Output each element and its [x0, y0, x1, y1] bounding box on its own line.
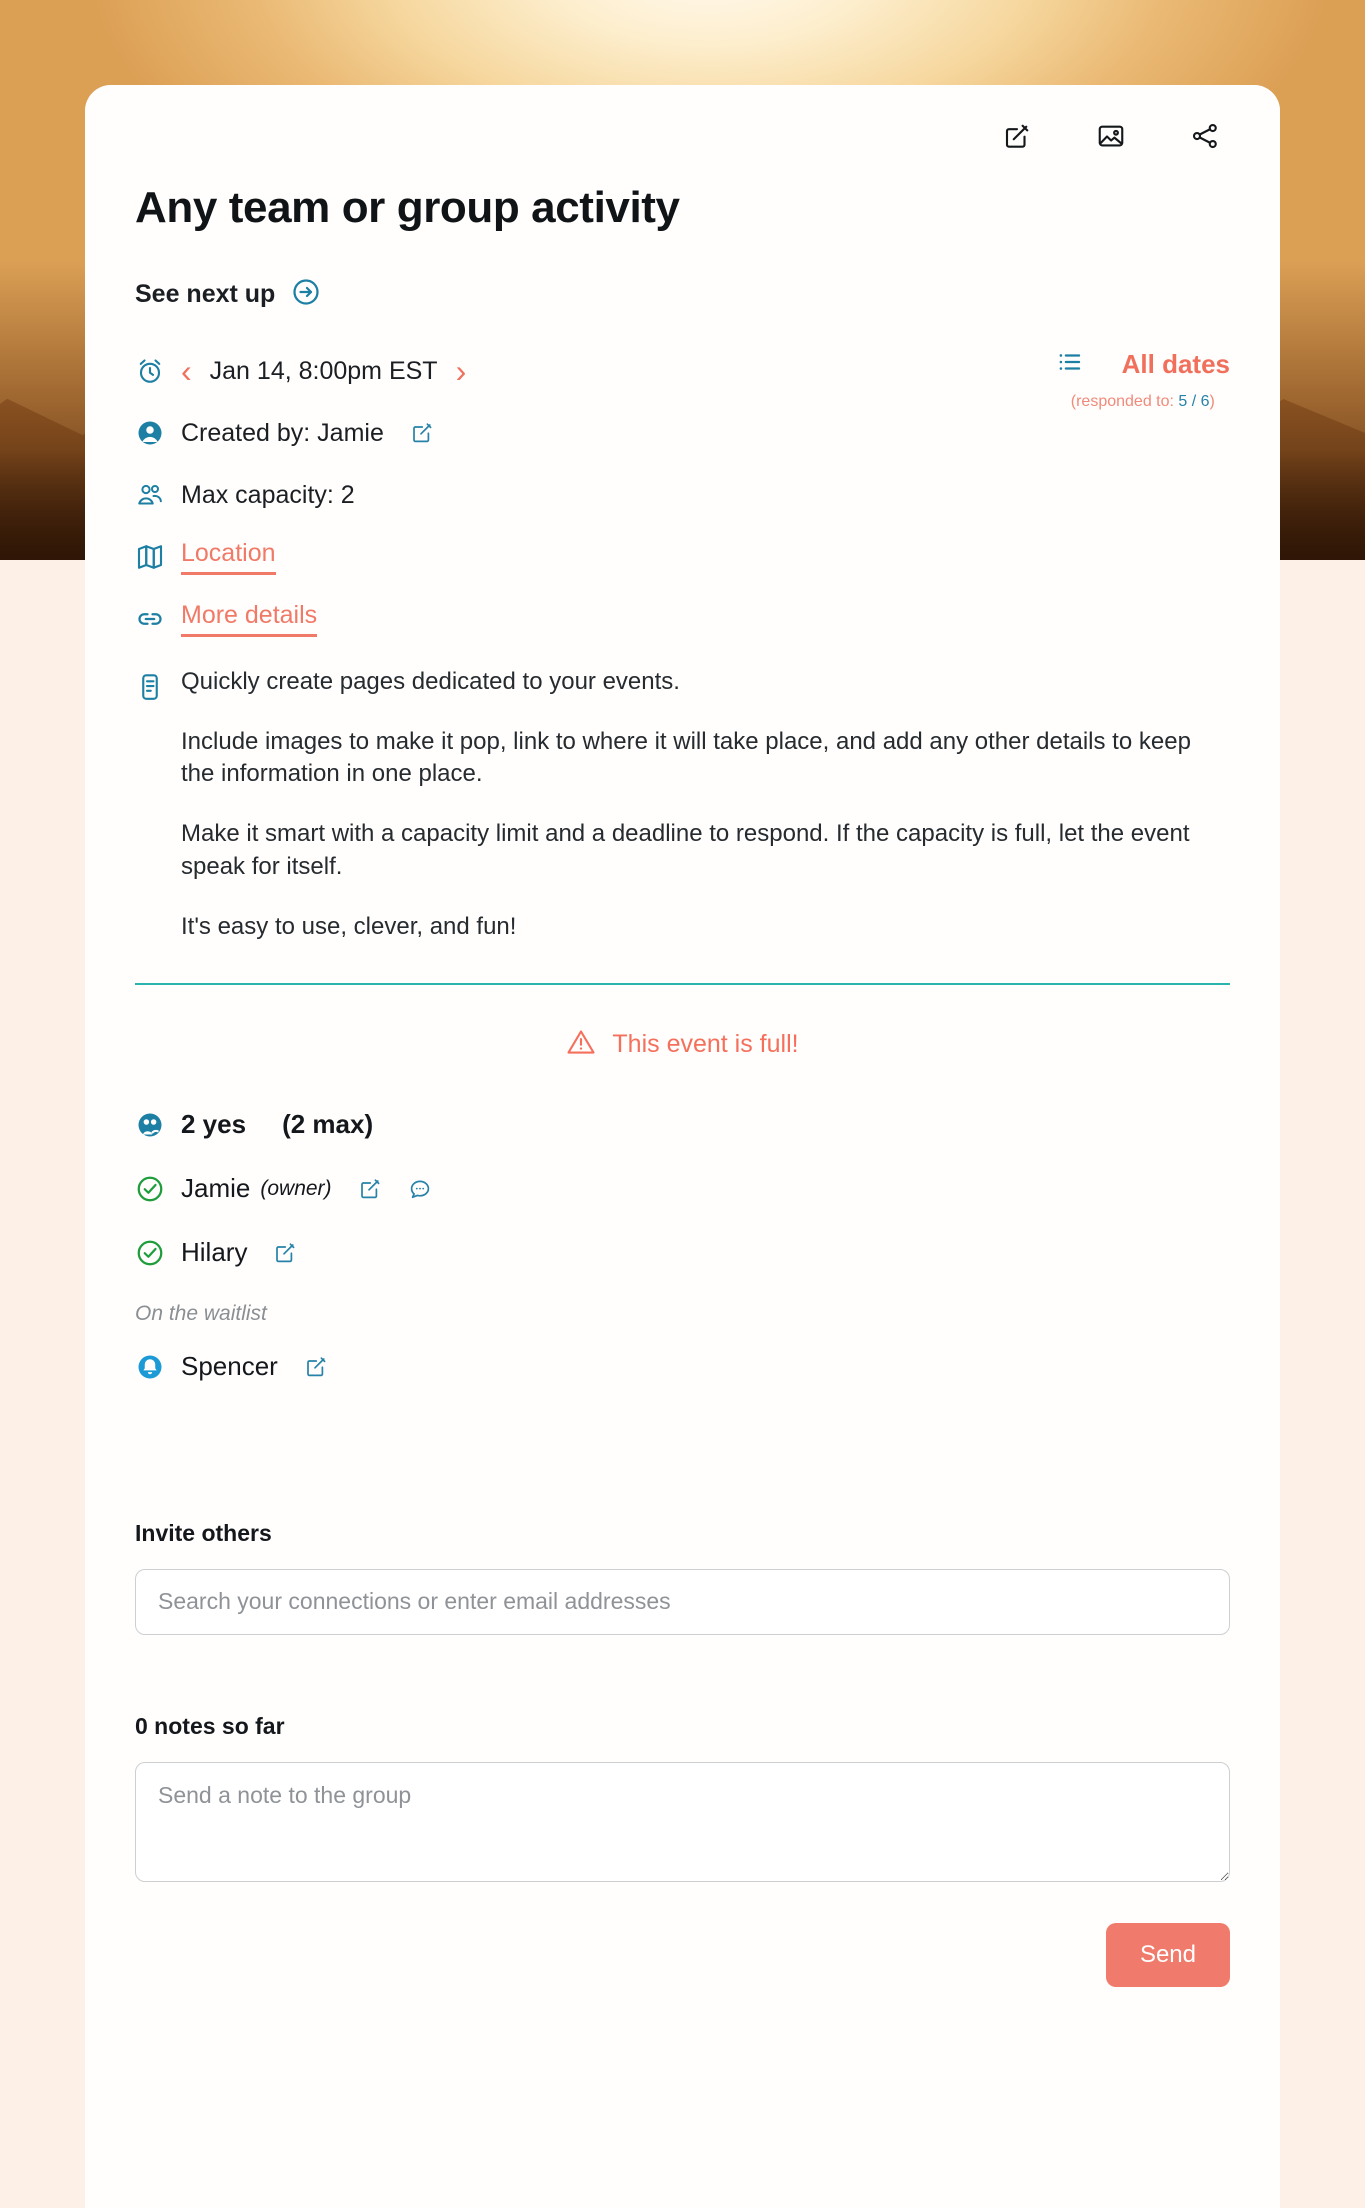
edit-square-icon[interactable]	[273, 1241, 297, 1265]
more-details-row: More details	[135, 598, 1230, 640]
waitlist-row: Spencer	[135, 1344, 1230, 1390]
description-paragraph: Quickly create pages dedicated to your e…	[181, 668, 680, 695]
all-dates-block: All dates (responded to: 5 / 6)	[1056, 348, 1230, 411]
created-by-value: Created by: Jamie	[181, 418, 384, 447]
list-icon[interactable]	[1056, 348, 1084, 381]
send-button[interactable]: Send	[1105, 1922, 1230, 1987]
attendee-name: Jamie	[181, 1173, 251, 1204]
person-icon	[135, 418, 181, 448]
invite-search-input[interactable]	[135, 1568, 1230, 1635]
responded-suffix: )	[1209, 393, 1215, 410]
page-title: Any team or group activity	[135, 183, 680, 232]
section-divider	[135, 982, 1230, 985]
next-date-button[interactable]: ›	[456, 355, 467, 387]
note-textarea[interactable]	[135, 1761, 1230, 1882]
location-row: Location	[135, 536, 1230, 578]
event-full-text: This event is full!	[612, 1029, 799, 1058]
waitlist-name: Spencer	[181, 1351, 278, 1382]
bell-icon	[135, 1352, 181, 1382]
event-description: Quickly create pages dedicated to your e…	[135, 666, 1230, 943]
image-icon[interactable]	[1092, 117, 1130, 155]
notes-count-title: 0 notes so far	[135, 1712, 285, 1739]
invite-others-title: Invite others	[135, 1519, 272, 1546]
edit-icon[interactable]	[998, 117, 1036, 155]
event-meta: All dates (responded to: 5 / 6) ‹ Jan 14…	[135, 348, 1230, 640]
link-icon	[135, 604, 181, 634]
people-icon	[135, 480, 181, 510]
max-capacity-row: Max capacity: 2	[135, 474, 1230, 516]
prev-date-button[interactable]: ‹	[181, 355, 192, 387]
card-action-bar	[135, 85, 1230, 155]
attendees-icon	[135, 1110, 181, 1140]
attendees-section: 2 yes (2 max) Jamie (owner) Hilary On th…	[135, 1102, 1230, 1390]
responded-prefix: (responded to:	[1070, 393, 1179, 410]
description-text: Quickly create pages dedicated to your e…	[181, 666, 1230, 943]
event-card: Any team or group activity See next up A…	[85, 85, 1280, 2208]
alarm-clock-icon	[135, 356, 181, 386]
edit-square-icon[interactable]	[410, 421, 434, 445]
map-icon	[135, 542, 181, 572]
responded-value: 5 / 6	[1178, 393, 1210, 410]
check-circle-icon	[135, 1174, 181, 1204]
event-date-value: Jan 14, 8:00pm EST	[209, 356, 438, 385]
arrow-right-circle-icon[interactable]	[291, 277, 321, 312]
warning-triangle-icon	[566, 1027, 596, 1062]
created-by-row: Created by: Jamie	[135, 412, 1230, 454]
location-link[interactable]: Location	[181, 539, 276, 575]
yes-count: 2 yes	[181, 1109, 247, 1140]
edit-square-icon[interactable]	[304, 1355, 328, 1379]
waitlist-label: On the waitlist	[135, 1301, 267, 1325]
see-next-up[interactable]: See next up	[135, 277, 1230, 312]
description-paragraph: It's easy to use, clever, and fun!	[181, 912, 517, 940]
attendee-role: (owner)	[260, 1176, 332, 1200]
attendee-row: Jamie (owner)	[135, 1166, 1230, 1212]
description-paragraph: Include images to make it pop, link to w…	[181, 728, 1191, 788]
comment-icon[interactable]	[408, 1177, 432, 1201]
all-dates-link[interactable]: All dates	[1122, 349, 1230, 380]
attendee-name: Hilary	[181, 1237, 248, 1268]
responded-count: (responded to: 5 / 6)	[1056, 393, 1230, 411]
attendee-summary-row: 2 yes (2 max)	[135, 1102, 1230, 1148]
see-next-up-label: See next up	[135, 280, 276, 308]
notes-section: 0 notes so far Send	[135, 1713, 1230, 1987]
send-row: Send	[135, 1922, 1230, 1987]
date-navigator: ‹ Jan 14, 8:00pm EST ›	[181, 355, 466, 387]
share-icon[interactable]	[1186, 117, 1224, 155]
invite-others-section: Invite others	[135, 1520, 1230, 1635]
edit-square-icon[interactable]	[358, 1177, 382, 1201]
status-badge: This event is full!	[135, 1027, 1230, 1062]
check-circle-icon	[135, 1238, 181, 1268]
notes-icon	[135, 666, 181, 943]
more-details-link[interactable]: More details	[181, 601, 318, 637]
description-paragraph: Make it smart with a capacity limit and …	[181, 820, 1190, 880]
max-capacity-value: Max capacity: 2	[181, 480, 355, 509]
attendee-row: Hilary	[135, 1230, 1230, 1276]
max-count: (2 max)	[282, 1109, 374, 1140]
